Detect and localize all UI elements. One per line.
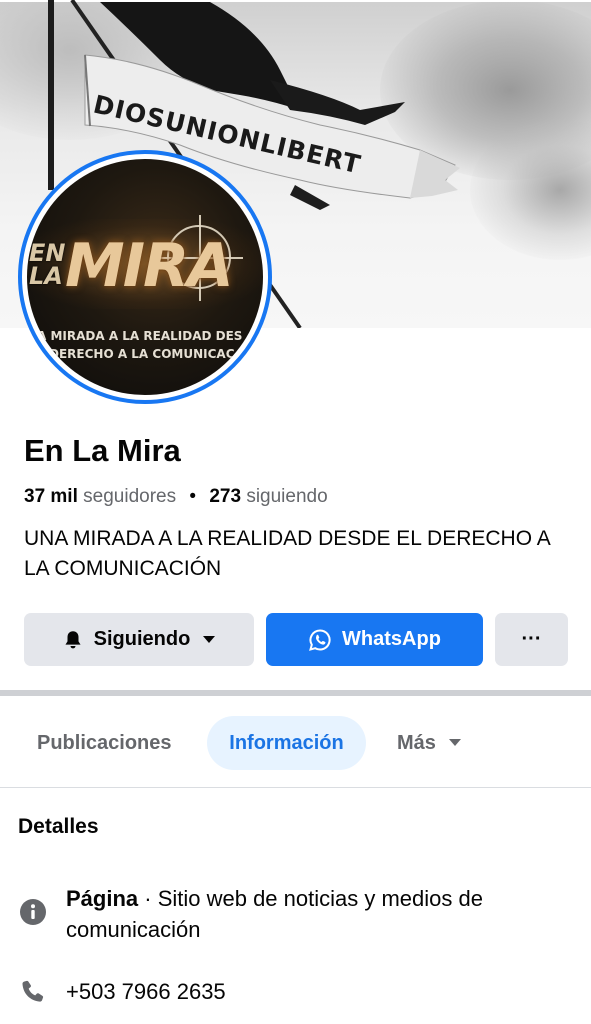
more-dots-icon: ··· [521, 628, 542, 650]
page-category-label: Página [66, 886, 139, 911]
logo-text-en: EN [29, 239, 66, 267]
logo-tagline-1: A MIRADA A LA REALIDAD DES [37, 329, 243, 343]
phone-number[interactable]: +503 7966 2635 [66, 976, 226, 1007]
tab-publicaciones[interactable]: Publicaciones [37, 716, 172, 770]
followers-label[interactable]: seguidores [83, 486, 176, 507]
whatsapp-icon [308, 628, 332, 652]
detail-phone[interactable]: +503 7966 2635 [18, 976, 226, 1007]
details-heading: Detalles [18, 815, 99, 838]
detail-page-category: Página · Sitio web de noticias y medios … [18, 883, 566, 945]
bell-icon [62, 629, 84, 651]
caret-down-icon [448, 738, 462, 748]
follower-stats: 37 mil seguidores • 273 siguiendo [24, 486, 328, 508]
profile-avatar[interactable]: EN LA MIRA A MIRADA A LA REALIDAD DES DE… [18, 150, 272, 404]
following-button[interactable]: Siguiendo [24, 613, 254, 666]
section-divider [0, 690, 591, 696]
tab-mas[interactable]: Más [397, 716, 462, 770]
logo-text-la: LA [29, 262, 63, 290]
followers-count[interactable]: 37 mil [24, 486, 78, 507]
logo-text-mira: MIRA [65, 231, 234, 301]
page-title: En La Mira [24, 433, 181, 468]
page-category-text: Página · Sitio web de noticias y medios … [66, 883, 566, 945]
tab-label: Más [397, 731, 436, 754]
stats-separator: • [189, 486, 197, 507]
info-icon [18, 883, 48, 945]
whatsapp-button[interactable]: WhatsApp [266, 613, 483, 666]
phone-icon [18, 976, 48, 1007]
logo-tagline-2: DERECHO A LA COMUNICAC [49, 347, 235, 361]
tab-label: Publicaciones [37, 731, 172, 754]
following-button-label: Siguiendo [93, 628, 191, 650]
avatar-logo: EN LA MIRA A MIRADA A LA REALIDAD DES DE… [27, 159, 263, 395]
caret-down-icon [202, 635, 216, 645]
following-count[interactable]: 273 [209, 486, 241, 507]
following-label[interactable]: siguiendo [246, 486, 327, 507]
tab-label: Información [229, 731, 344, 754]
whatsapp-button-label: WhatsApp [342, 628, 441, 650]
tab-informacion[interactable]: Información [207, 716, 366, 770]
more-options-button[interactable]: ··· [495, 613, 568, 666]
tabs-divider [0, 787, 591, 788]
page-bio: UNA MIRADA A LA REALIDAD DESDE EL DERECH… [24, 527, 550, 580]
